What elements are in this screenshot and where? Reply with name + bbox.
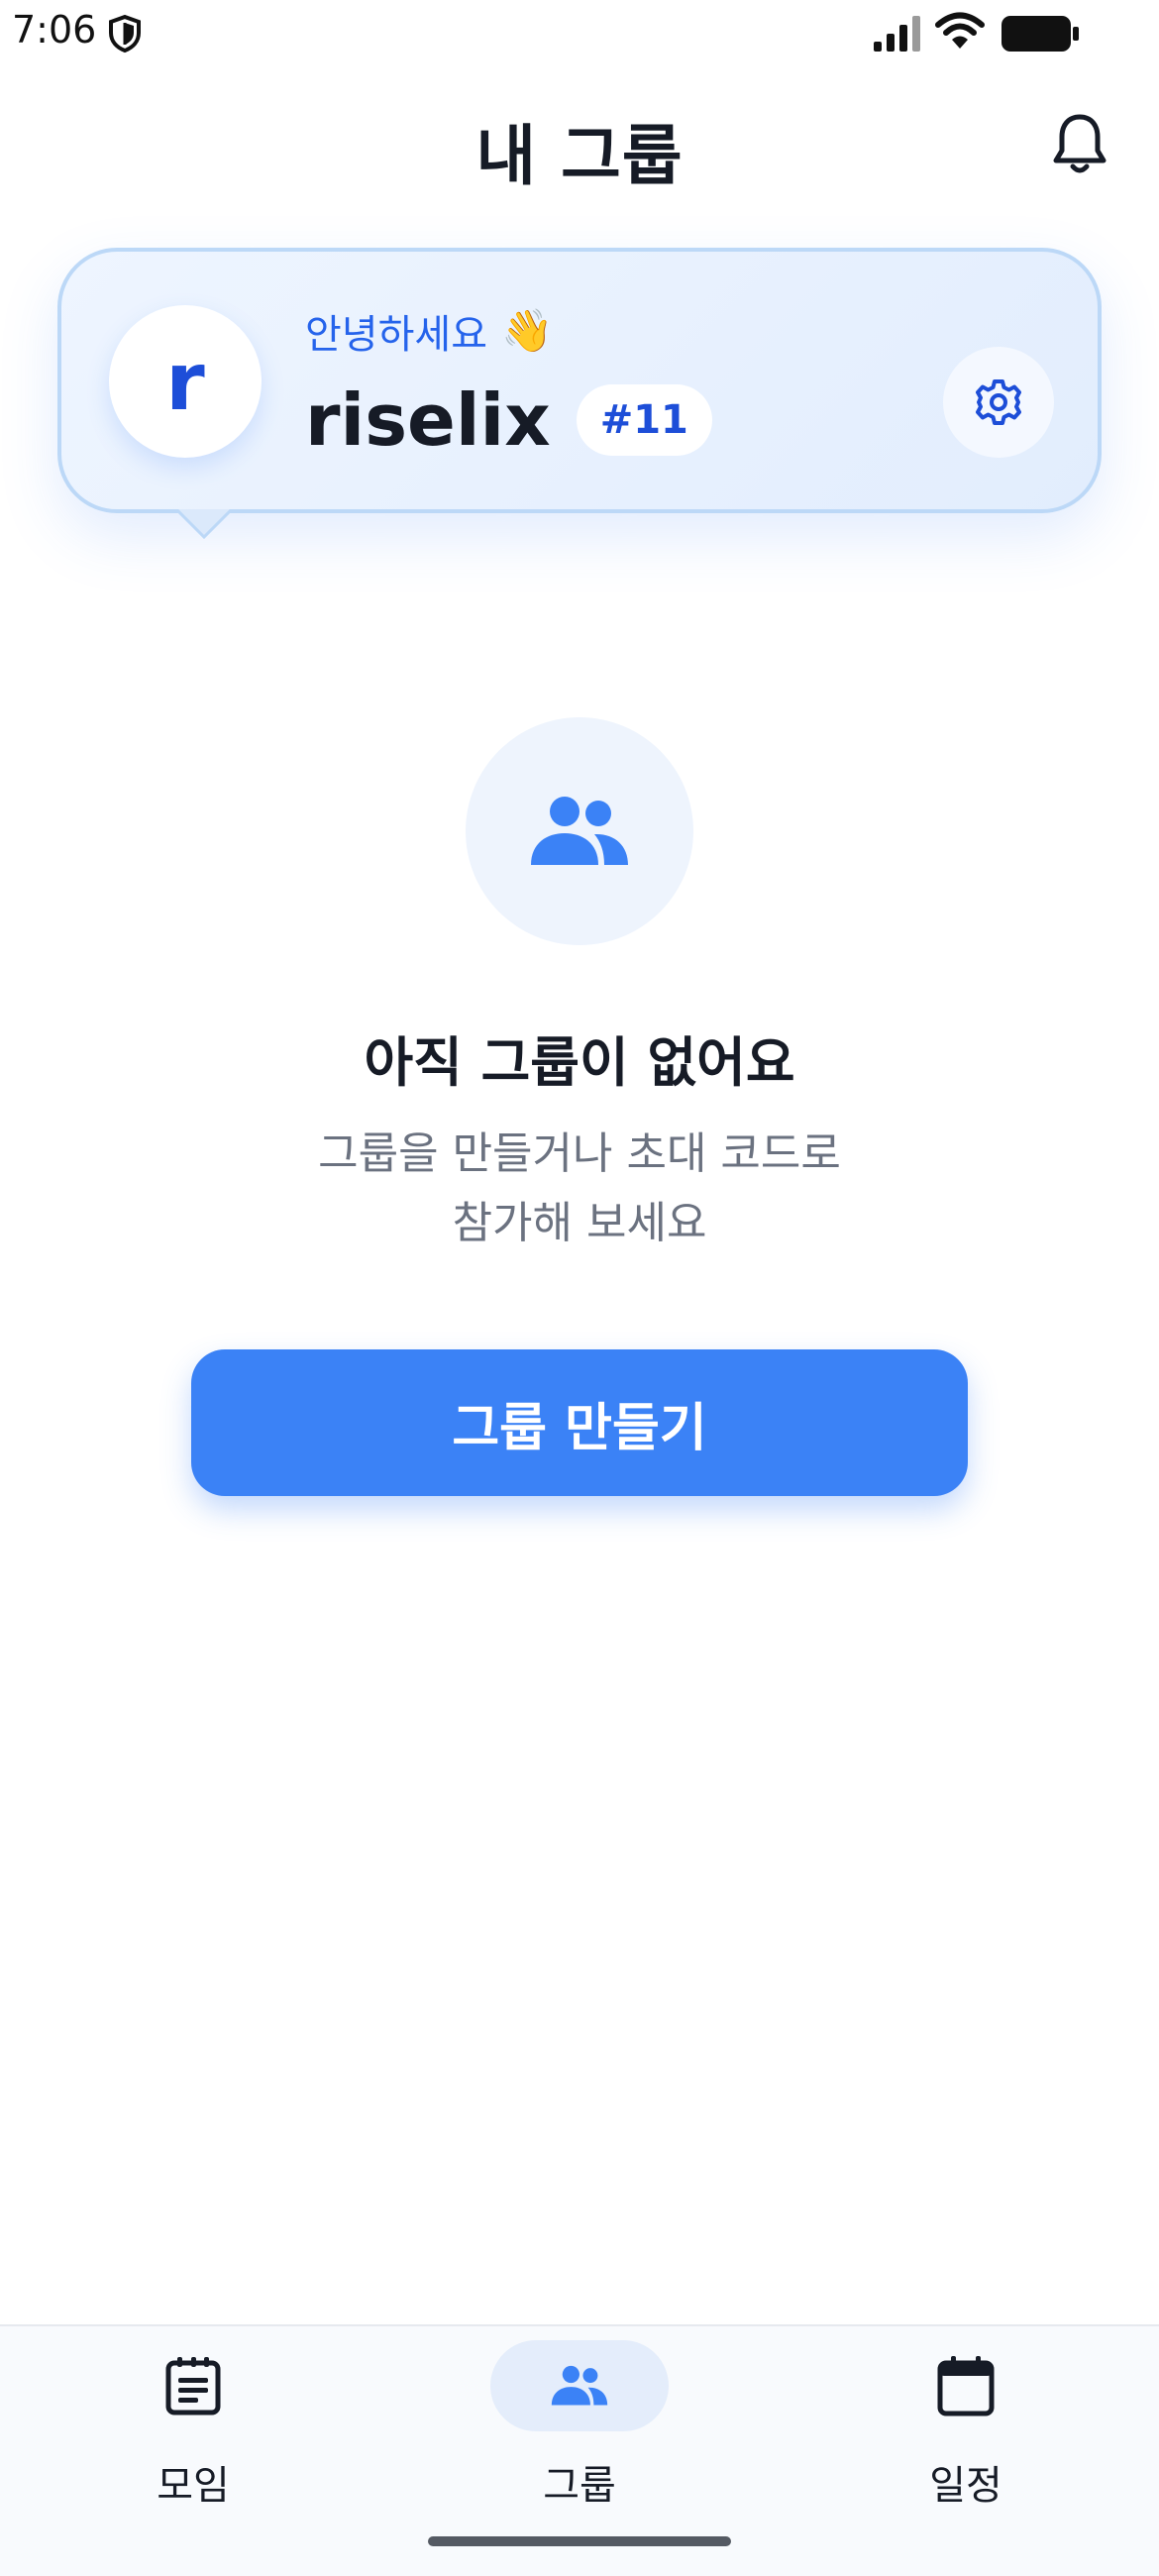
- avatar[interactable]: r: [109, 305, 262, 458]
- group-icon: [531, 797, 628, 865]
- header: 내 그룹: [0, 89, 1159, 198]
- signal-icon: [874, 16, 920, 52]
- gear-icon: [976, 379, 1021, 425]
- greeting-text: 안녕하세요: [305, 312, 487, 358]
- battery-icon: [1001, 16, 1079, 52]
- empty-state-description-line-2: 참가해 보세요: [452, 1198, 707, 1248]
- create-group-button[interactable]: 그룹 만들기: [191, 1349, 968, 1496]
- home-indicator[interactable]: [428, 2536, 731, 2546]
- nav-label-groups: 그룹: [543, 2463, 616, 2509]
- page-title: 내 그룹: [475, 118, 684, 194]
- greeting-row: 안녕하세요 👋: [305, 301, 553, 361]
- empty-state-description: 그룹을 만들거나 초대 코드로 참가해 보세요: [258, 1120, 901, 1258]
- bell-icon[interactable]: [1048, 111, 1111, 178]
- nav-item-meetings[interactable]: 모임: [45, 2326, 342, 2544]
- nav-item-groups[interactable]: 그룹: [431, 2326, 728, 2544]
- screen: 7:06 내 그룹 r 안녕하세요 👋 riselix #11 아직 그룹이 없…: [0, 0, 1159, 2576]
- profile-card[interactable]: r 안녕하세요 👋 riselix #11: [57, 248, 1102, 513]
- wave-emoji: 👋: [501, 306, 554, 355]
- status-bar: 7:06: [0, 0, 1159, 69]
- status-time: 7:06: [12, 8, 97, 52]
- empty-state-description-line-1: 그룹을 만들거나 초대 코드로: [318, 1128, 841, 1179]
- empty-state-icon-wrap: [466, 717, 693, 945]
- card-tail: [176, 509, 232, 540]
- calendar-icon: [937, 2356, 995, 2416]
- name-row: riselix #11: [305, 371, 712, 470]
- user-name: riselix: [305, 378, 551, 462]
- nav-label-schedule: 일정: [929, 2463, 1002, 2509]
- list-icon: [165, 2357, 221, 2415]
- wifi-icon: [935, 12, 985, 49]
- nav-label-meetings: 모임: [157, 2463, 230, 2509]
- nav-item-schedule[interactable]: 일정: [817, 2326, 1114, 2544]
- settings-button[interactable]: [943, 347, 1054, 458]
- group-icon: [551, 2365, 608, 2406]
- shield-icon: [109, 14, 141, 54]
- user-tag-badge: #11: [576, 384, 712, 456]
- empty-state-title: 아직 그룹이 없어요: [364, 1031, 795, 1094]
